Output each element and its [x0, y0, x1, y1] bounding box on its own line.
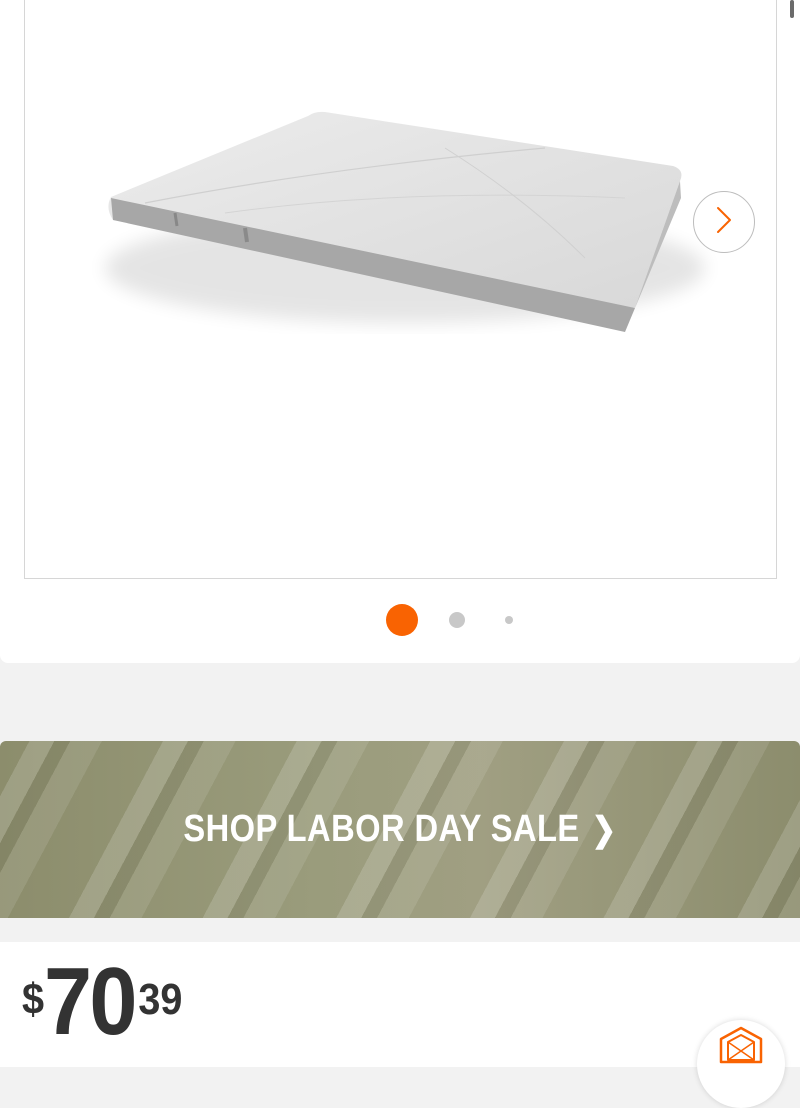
product-price: $ 70 39 — [22, 954, 182, 1050]
chevron-right-icon — [713, 205, 735, 240]
scroll-indicator[interactable] — [790, 0, 794, 18]
carousel-dot-active[interactable] — [386, 604, 418, 636]
labor-day-sale-banner[interactable]: SHOP LABOR DAY SALE ❯ — [0, 741, 800, 918]
assistant-button[interactable] — [697, 1020, 785, 1108]
price-dollars: 70 — [44, 948, 137, 1055]
banner-label: SHOP LABOR DAY SALE ❯ — [56, 741, 744, 918]
price-section: $ 70 39 — [0, 942, 800, 1067]
carousel-next-button[interactable] — [693, 191, 755, 253]
product-image — [105, 111, 705, 332]
hexagon-logo-icon — [716, 1026, 766, 1108]
chevron-right-icon: ❯ — [591, 810, 617, 849]
product-image-frame[interactable] — [24, 0, 777, 579]
price-currency: $ — [22, 975, 45, 1024]
product-image-card — [0, 0, 800, 663]
banner-text: SHOP LABOR DAY SALE — [183, 808, 580, 850]
carousel-dot[interactable] — [505, 616, 513, 624]
price-cents: 39 — [138, 975, 183, 1024]
carousel-pagination — [0, 604, 800, 636]
carousel-dot[interactable] — [449, 612, 465, 628]
